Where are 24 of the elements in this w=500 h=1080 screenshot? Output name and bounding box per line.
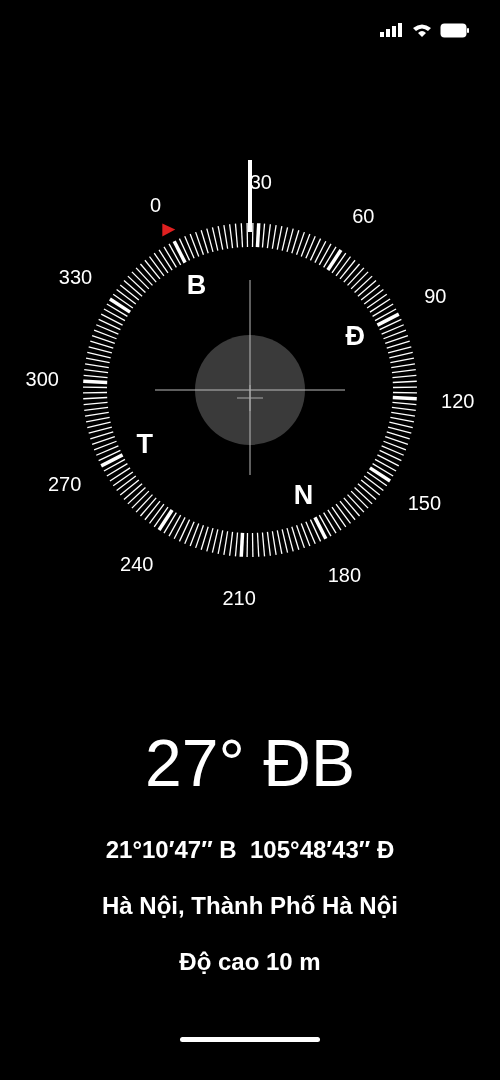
altitude-text: Độ cao 10 m [179, 947, 321, 977]
degree-label: 0 [150, 193, 162, 216]
location-text: Hà Nội, Thành Phố Hà Nội [102, 891, 398, 921]
degree-label: 90 [424, 284, 447, 307]
degree-label: 30 [249, 171, 272, 194]
coordinates-text: 21°10′47″ B 105°48′43″ Đ [105, 835, 395, 865]
cardinal-letter: Đ [345, 321, 365, 352]
cardinal-letter: T [136, 428, 154, 459]
wifi-icon [412, 23, 432, 37]
signal-icon [380, 23, 404, 37]
cardinal-letter: B [186, 269, 207, 300]
degree-label: 240 [120, 553, 154, 576]
degree-label: 330 [58, 265, 93, 288]
degree-label: 300 [25, 368, 59, 391]
degree-label: 150 [407, 492, 442, 515]
degree-label: 180 [327, 564, 362, 587]
battery-icon [440, 22, 470, 38]
degree-label: 120 [441, 389, 475, 412]
degree-label: 270 [48, 473, 82, 496]
cardinal-letter: N [293, 480, 314, 511]
north-marker-icon [162, 223, 176, 237]
degree-label: 60 [352, 204, 375, 227]
heading-readout: 27° ĐB [145, 730, 355, 796]
degree-label: 210 [222, 586, 256, 609]
